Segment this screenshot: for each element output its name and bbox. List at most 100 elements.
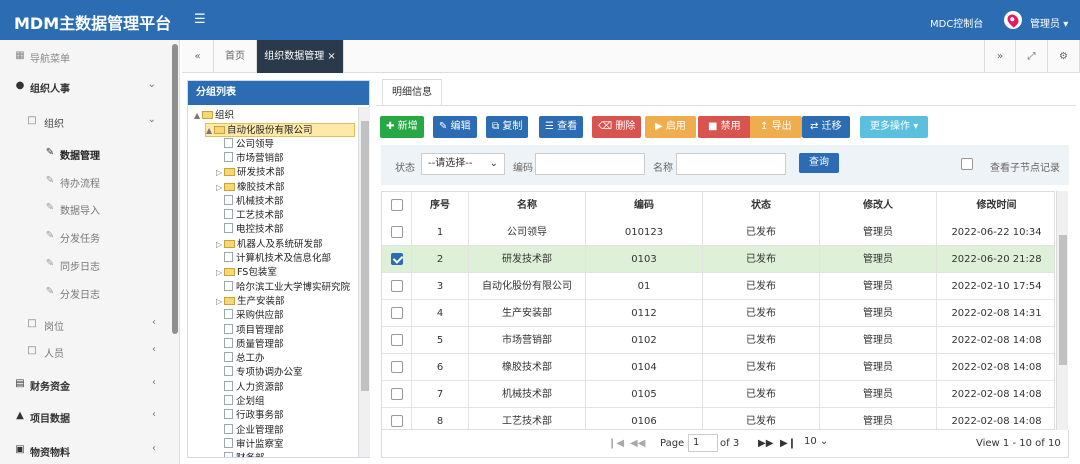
copy-button[interactable]: ⧉ 复制	[486, 116, 529, 138]
tree-toggle-icon[interactable]: ▷	[216, 238, 224, 252]
row-checkbox[interactable]	[391, 253, 403, 265]
add-button[interactable]: ✚ 新增	[380, 116, 424, 138]
tree-scrollbar[interactable]	[358, 107, 370, 457]
tree-node[interactable]: 电控技术部	[216, 223, 284, 237]
column-header[interactable]: 修改时间	[937, 192, 1054, 219]
page-size-select[interactable]: 10 ⌄	[800, 434, 844, 452]
row-checkbox[interactable]	[391, 334, 403, 346]
tree-node[interactable]: 项目管理部	[216, 323, 284, 338]
name-input[interactable]	[676, 153, 786, 175]
table-row[interactable]: 5 市场营销部 0102 已发布 管理员 2022-02-08 14:08	[382, 327, 1054, 354]
sidebar-scrollbar[interactable]	[172, 44, 178, 334]
tree-node[interactable]: ▷ 生产安装部	[216, 295, 285, 309]
grid-scroll-thumb[interactable]	[1059, 235, 1067, 365]
next-page-icon[interactable]: ▶▶	[758, 438, 773, 449]
sidebar-item-person[interactable]: □ 人员 ‹	[0, 337, 172, 365]
tree-node[interactable]: 审计监察室	[216, 437, 284, 452]
tree-toggle-icon[interactable]: ▷	[216, 266, 224, 280]
code-input[interactable]	[535, 153, 645, 175]
column-header[interactable]: 编码	[586, 192, 703, 219]
tree-node[interactable]: 采购供应部	[216, 309, 284, 323]
user-menu[interactable]: 管理员 ▾	[1030, 15, 1068, 30]
tree-node[interactable]: ▷ 橡胶技术部	[216, 181, 285, 195]
tab-scroll-right-button[interactable]: »	[984, 40, 1016, 73]
avatar[interactable]	[1004, 11, 1022, 29]
first-page-icon[interactable]: ❙◀	[608, 438, 624, 449]
table-row[interactable]: 8 工艺技术部 0106 已发布 管理员 2022-02-08 14:08	[382, 408, 1054, 429]
tree-node[interactable]: 行政事务部	[216, 409, 284, 423]
table-row[interactable]: 1 公司领导 010123 已发布 管理员 2022-06-22 10:34	[382, 219, 1054, 246]
tree-node[interactable]: 哈尔滨工业大学博实研究院	[216, 280, 350, 295]
query-button[interactable]: 查询	[799, 153, 839, 173]
select-all-checkbox[interactable]	[391, 199, 403, 211]
migrate-button[interactable]: ⇄ 迁移	[802, 116, 850, 138]
column-header[interactable]: 状态	[703, 192, 820, 219]
tree-toggle-icon[interactable]: ▲	[194, 109, 202, 123]
table-row[interactable]: 7 机械技术部 0105 已发布 管理员 2022-02-08 14:08	[382, 381, 1054, 408]
sidebar-item-org-hr[interactable]: ● 组织人事 ⌄	[0, 72, 172, 100]
edit-button[interactable]: ✎ 编辑	[433, 116, 477, 138]
sidebar-item-materials[interactable]: ▣ 物资物料 ‹	[0, 436, 172, 464]
tree-toggle-icon[interactable]: ▷	[216, 166, 224, 180]
tab-detail-info[interactable]: 明细信息	[382, 79, 442, 105]
sidebar-item-org[interactable]: □ 组织 ⌄	[0, 107, 172, 135]
sidebar-item-data-import[interactable]: ✎ 数据导入	[0, 194, 172, 222]
column-header[interactable]: 修改人	[820, 192, 937, 219]
table-row[interactable]: 3 自动化股份有限公司 01 已发布 管理员 2022-02-10 17:54	[382, 273, 1054, 300]
tree-node[interactable]: ▲ 自动化股份有限公司	[205, 123, 355, 138]
status-select[interactable]: --请选择-- ⌄	[421, 153, 505, 175]
tree-node[interactable]: ▷ 机器人及系统研发部	[216, 238, 323, 252]
grid-scrollbar[interactable]	[1056, 191, 1068, 430]
tab-org-data[interactable]: 组织数据管理 ×	[257, 40, 344, 73]
tree-node[interactable]: ▲ 组织	[194, 109, 234, 123]
last-page-icon[interactable]: ▶❙	[780, 438, 796, 449]
column-header[interactable]: 序号	[412, 192, 469, 219]
tree-toggle-icon[interactable]: ▷	[216, 295, 224, 309]
tab-home[interactable]: 首页	[214, 40, 257, 73]
tree-node[interactable]: ▷ 研发技术部	[216, 166, 285, 180]
sidebar-item-sync-log[interactable]: ✎ 同步日志	[0, 250, 172, 278]
tree-toggle-icon[interactable]: ▲	[206, 124, 214, 138]
tree-node[interactable]: 总工办	[216, 352, 265, 366]
fullscreen-button[interactable]: ⤢	[1016, 40, 1048, 73]
enable-button[interactable]: ▶ 启用	[645, 116, 696, 138]
view-button[interactable]: ☰ 查看	[539, 116, 584, 138]
prev-page-icon[interactable]: ◀◀	[630, 438, 645, 449]
delete-button[interactable]: ⌫ 删除	[592, 116, 642, 138]
sub-records-checkbox[interactable]	[961, 158, 973, 170]
tree-node[interactable]: 工艺技术部	[216, 209, 284, 223]
sidebar-item-dist-log[interactable]: ✎ 分发日志	[0, 278, 172, 306]
row-checkbox[interactable]	[391, 226, 403, 238]
menu-toggle-icon[interactable]: ☰	[194, 12, 206, 27]
row-checkbox[interactable]	[391, 280, 403, 292]
tree-node[interactable]: 公司领导	[216, 137, 274, 152]
tree-node[interactable]: 市场营销部	[216, 151, 284, 166]
tree-node[interactable]: 专项协调办公室	[216, 366, 303, 380]
tree-node[interactable]: 财务部	[216, 452, 265, 457]
tab-scroll-left-button[interactable]: «	[182, 40, 214, 73]
tab-options-button[interactable]: ⚙	[1048, 40, 1080, 73]
tree-scroll-thumb[interactable]	[361, 121, 369, 391]
sidebar-item-data-manage[interactable]: ✎ 数据管理	[0, 139, 172, 167]
sidebar-item-project[interactable]: ▲ 项目数据 ‹	[0, 402, 172, 430]
close-icon[interactable]: ×	[327, 51, 335, 62]
tree-node[interactable]: ▷ FS包装室	[216, 266, 277, 280]
export-button[interactable]: ↥ 导出	[750, 116, 802, 138]
table-row[interactable]: 4 生产安装部 0112 已发布 管理员 2022-02-08 14:31	[382, 300, 1054, 327]
row-checkbox[interactable]	[391, 388, 403, 400]
row-checkbox[interactable]	[391, 361, 403, 373]
disable-button[interactable]: ■ 禁用	[698, 116, 751, 138]
tree-node[interactable]: 企业管理部	[216, 423, 284, 438]
sidebar-item-post[interactable]: □ 岗位 ‹	[0, 310, 172, 338]
sidebar-item-todo-flow[interactable]: ✎ 待办流程	[0, 167, 172, 195]
sidebar-item-dist-task[interactable]: ✎ 分发任务	[0, 222, 172, 250]
table-row[interactable]: 2 研发技术部 0103 已发布 管理员 2022-06-20 21:28	[382, 246, 1054, 273]
tree-node[interactable]: 人力资源部	[216, 380, 284, 395]
row-checkbox[interactable]	[391, 307, 403, 319]
tree-node[interactable]: 质量管理部	[216, 337, 284, 352]
more-actions-button[interactable]: 更多操作 ▾	[860, 116, 929, 138]
tree-node[interactable]: 计算机技术及信息化部	[216, 252, 331, 266]
tree-node[interactable]: 企划组	[216, 395, 265, 409]
page-input[interactable]: 1	[688, 434, 718, 452]
row-checkbox[interactable]	[391, 415, 403, 427]
